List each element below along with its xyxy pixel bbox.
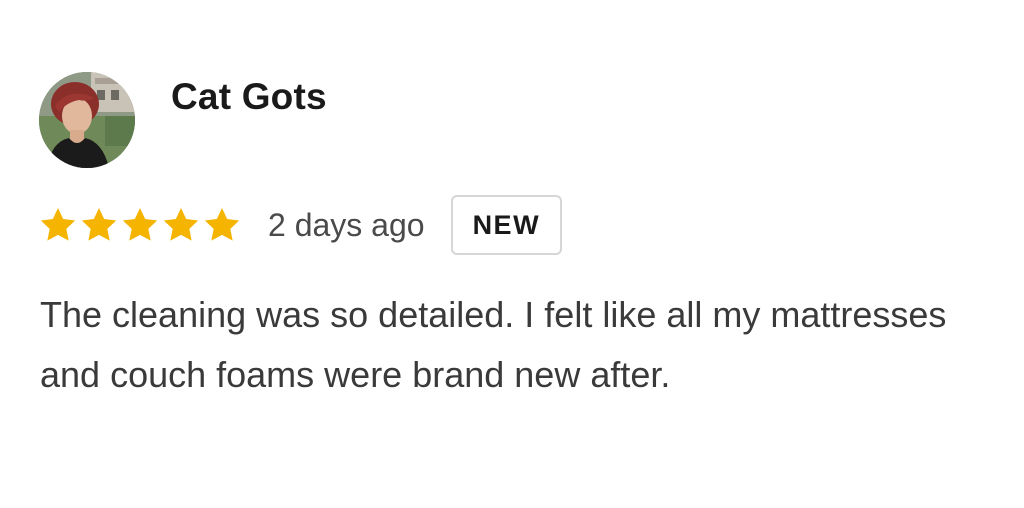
review-meta: 2 days ago NEW (38, 193, 563, 257)
star-rating (38, 205, 242, 245)
reviewer-name[interactable]: Cat Gots (171, 76, 327, 118)
avatar[interactable] (39, 72, 135, 168)
star-icon (81, 208, 117, 241)
star-icon (163, 208, 199, 241)
avatar-photo (39, 72, 135, 168)
review-text: The cleaning was so detailed. I felt lik… (40, 294, 947, 395)
review-card: Cat Gots 2 days ago NEW The cleaning was… (0, 0, 1024, 508)
star-icon (204, 208, 240, 241)
review-timestamp: 2 days ago (268, 206, 425, 243)
star-icon (122, 208, 158, 241)
new-badge: NEW (450, 195, 563, 255)
star-icon (40, 208, 76, 241)
